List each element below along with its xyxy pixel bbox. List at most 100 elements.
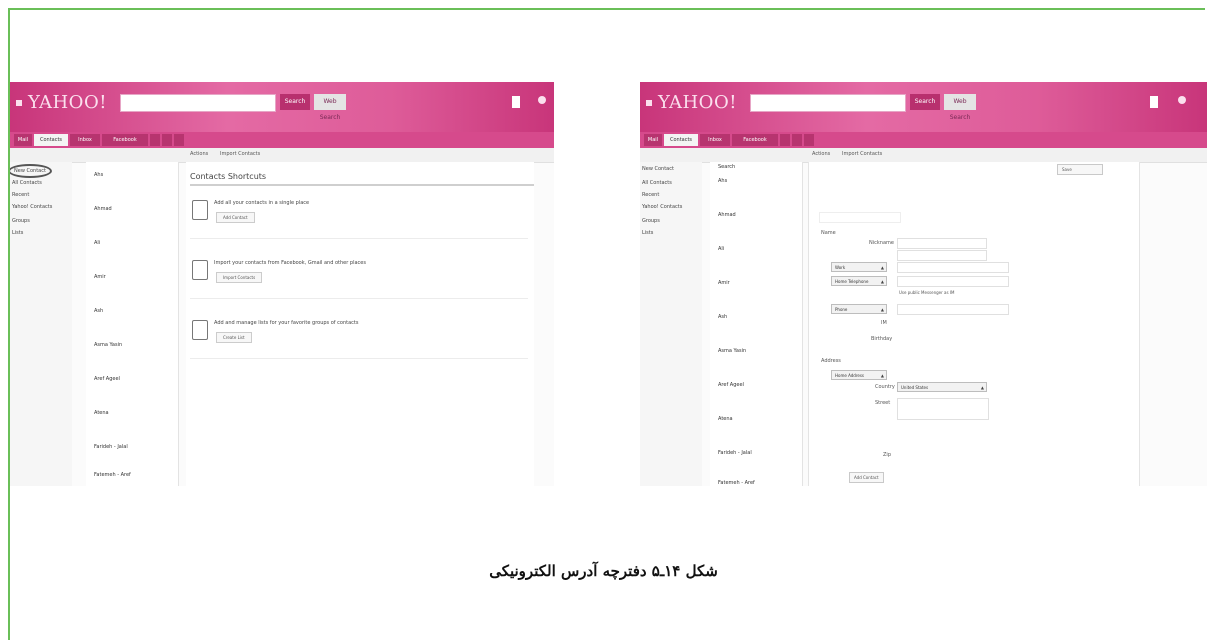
settings-gear-icon[interactable] <box>538 96 546 104</box>
list-item[interactable]: Amir <box>718 280 796 306</box>
save-label: Save <box>1062 167 1072 172</box>
list-item[interactable]: Fatemeh - Aref <box>94 472 172 486</box>
create-list-button[interactable]: Create List <box>216 332 252 343</box>
tab-facebook[interactable]: Facebook <box>102 134 148 146</box>
nickname-input[interactable] <box>897 238 987 249</box>
tab-contacts[interactable]: Contacts <box>664 134 698 146</box>
user-menu[interactable] <box>512 93 524 111</box>
actions-menu[interactable]: Actions <box>812 151 830 157</box>
user-menu[interactable] <box>1150 93 1162 111</box>
search-input[interactable] <box>750 94 906 112</box>
sidebar-item-all-contacts[interactable]: All Contacts <box>12 180 42 186</box>
sidebar-item-yahoo-contacts[interactable]: Yahoo! Contacts <box>642 204 682 210</box>
search-mail-button[interactable]: Search <box>280 94 310 110</box>
contact-name: Ali <box>94 240 101 246</box>
tab-mail[interactable]: Mail <box>14 134 32 146</box>
email-input[interactable] <box>897 262 1009 273</box>
messenger-type-select[interactable]: Phone <box>831 304 887 315</box>
list-item[interactable]: Atena <box>94 410 172 436</box>
list-item[interactable]: Aref Ageel <box>94 376 172 402</box>
tab-extra-3[interactable] <box>804 134 814 146</box>
tab-extra-3[interactable] <box>174 134 184 146</box>
tab-inbox[interactable]: Inbox <box>70 134 100 146</box>
yahoo-header: YAHOO! Search Web Search <box>10 82 554 132</box>
list-item[interactable]: Asma Yasin <box>94 342 172 368</box>
actions-menu[interactable]: Actions <box>190 151 208 157</box>
list-item[interactable]: Ash <box>718 314 796 340</box>
search-web-button[interactable]: Web Search <box>314 94 346 121</box>
tab-extra-1[interactable] <box>150 134 160 146</box>
import-contacts-link[interactable]: Import Contacts <box>220 151 260 157</box>
list-item[interactable]: Ahmad <box>94 206 172 232</box>
list-item[interactable]: Ahs <box>718 178 796 204</box>
list-item[interactable]: Fatemeh - Aref <box>718 480 796 486</box>
yahoo-logo[interactable]: YAHOO! <box>646 92 737 113</box>
list-item[interactable]: Aref Ageel <box>718 382 796 408</box>
sidebar-item-lists[interactable]: Lists <box>12 230 23 236</box>
search-input[interactable] <box>120 94 276 112</box>
save-button[interactable]: Save <box>1057 164 1103 175</box>
add-contact-button[interactable]: Add Contact <box>216 212 255 223</box>
list-item[interactable]: Ahs <box>94 172 172 198</box>
tab-extra-2[interactable] <box>792 134 802 146</box>
contact-name: Ali <box>718 246 725 252</box>
list-item[interactable]: Amir <box>94 274 172 300</box>
tip-text: Import your contacts from Facebook, Gmai… <box>214 260 366 266</box>
tab-mail[interactable]: Mail <box>644 134 662 146</box>
list-item[interactable]: Farideh - Jalal <box>94 444 172 470</box>
sidebar-item-recent[interactable]: Recent <box>12 192 29 198</box>
figure-caption: شکل ۱۴ـ۵ دفترچه آدرس الکترونیکی <box>489 562 718 580</box>
photo-field[interactable] <box>819 212 901 223</box>
messenger-input[interactable] <box>897 304 1009 315</box>
sidebar-item-groups[interactable]: Groups <box>642 218 660 224</box>
email-type-select[interactable]: Work <box>831 262 887 273</box>
address-type-select[interactable]: Home Address <box>831 370 887 381</box>
tab-extra-2[interactable] <box>162 134 172 146</box>
yahoo-logo[interactable]: YAHOO! <box>16 92 107 113</box>
import-contacts-link[interactable]: Import Contacts <box>842 151 882 157</box>
tab-extra-1[interactable] <box>780 134 790 146</box>
settings-gear-icon[interactable] <box>1178 96 1186 104</box>
list-item[interactable]: Ali <box>718 246 796 272</box>
tip-card: Add and manage lists for your favorite g… <box>190 314 528 359</box>
list-item[interactable]: Ash <box>94 308 172 334</box>
street-input[interactable] <box>897 398 989 420</box>
search-web-button[interactable]: Web Search <box>944 94 976 121</box>
list-icon <box>192 320 208 340</box>
contact-name: Fatemeh - Aref <box>718 480 755 486</box>
list-item[interactable]: Farideh - Jalal <box>718 450 796 476</box>
contact-search[interactable]: Search <box>718 164 796 176</box>
messenger-checkbox-label[interactable]: Use public Messenger as IM <box>899 290 954 295</box>
birthday-label: Birthday <box>871 336 893 342</box>
list-item[interactable]: Ahmad <box>718 212 796 238</box>
sidebar-item-lists[interactable]: Lists <box>642 230 653 236</box>
contacts-toolbar: Actions Import Contacts <box>640 148 1207 163</box>
contact-name: Ahs <box>94 172 104 178</box>
tab-facebook[interactable]: Facebook <box>732 134 778 146</box>
sidebar-item-new-contact[interactable]: New Contact <box>642 166 674 172</box>
phone-type-select[interactable]: Home Telephone <box>831 276 887 287</box>
list-item[interactable]: Ali <box>94 240 172 266</box>
contact-name: Fatemeh - Aref <box>94 472 131 478</box>
tab-contacts[interactable]: Contacts <box>34 134 68 146</box>
country-label: Country <box>875 384 895 390</box>
import-contacts-button[interactable]: Import Contacts <box>216 272 263 283</box>
menu-icon[interactable] <box>646 100 652 106</box>
sidebar-item-recent[interactable]: Recent <box>642 192 659 198</box>
list-item[interactable]: Asma Yasin <box>718 348 796 374</box>
sidebar-item-all-contacts[interactable]: All Contacts <box>642 180 672 186</box>
country-select[interactable]: United States <box>897 382 987 393</box>
phone-input[interactable] <box>897 276 1009 287</box>
contact-name: Asma Yasin <box>718 348 747 354</box>
sidebar-item-new-contact[interactable]: New Contact <box>10 164 52 178</box>
tab-inbox[interactable]: Inbox <box>700 134 730 146</box>
sidebar-item-yahoo-contacts[interactable]: Yahoo! Contacts <box>12 204 52 210</box>
import-icon <box>192 260 208 280</box>
menu-icon[interactable] <box>16 100 22 106</box>
tip-card: Import your contacts from Facebook, Gmai… <box>190 254 528 299</box>
add-more-button[interactable]: Add Contact <box>849 472 884 483</box>
list-item[interactable]: Atena <box>718 416 796 442</box>
first-name-input[interactable] <box>897 250 987 261</box>
search-mail-button[interactable]: Search <box>910 94 940 110</box>
sidebar-item-groups[interactable]: Groups <box>12 218 30 224</box>
